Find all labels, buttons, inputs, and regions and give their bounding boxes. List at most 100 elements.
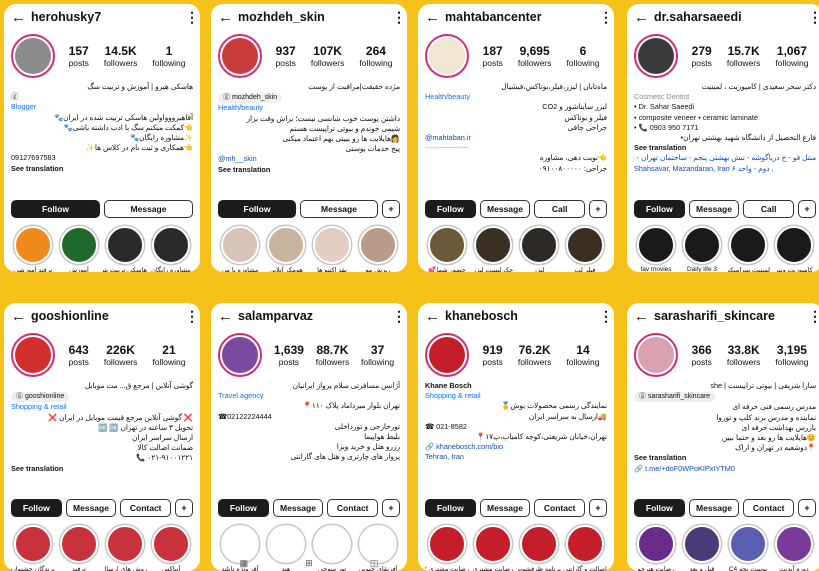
follow-button[interactable]: Follow xyxy=(218,200,296,218)
follow-button[interactable]: Follow xyxy=(634,200,685,218)
stat-following[interactable]: 1 following xyxy=(152,44,185,68)
stat-followers[interactable]: 76.2K followers xyxy=(518,343,552,367)
highlight-item[interactable]: رضایت مشتری ۲ xyxy=(425,525,469,571)
more-options-icon[interactable]: ⋮ xyxy=(808,9,819,26)
highlight-item[interactable]: مشاوره رایگان xyxy=(149,226,193,272)
threads-badge[interactable]: ⓖ sarasharifi_skincare xyxy=(634,392,716,403)
follow-button[interactable]: Follow xyxy=(425,200,476,218)
highlight-item[interactable]: اصالت و گارانتی xyxy=(563,525,607,571)
message-button[interactable]: Message xyxy=(479,499,531,517)
highlight-item[interactable]: لیزر xyxy=(517,226,561,272)
highlight-item[interactable]: رضایت هنرجو xyxy=(634,525,678,571)
more-options-icon[interactable]: ⋮ xyxy=(599,308,613,325)
highlight-item[interactable]: فیلر لب xyxy=(563,226,607,272)
back-arrow-icon[interactable]: ← xyxy=(11,9,26,26)
avatar[interactable] xyxy=(425,34,469,78)
message-button[interactable]: Message xyxy=(300,200,378,218)
stat-followers[interactable]: 15.7K followers xyxy=(727,44,761,68)
follow-button[interactable]: Follow xyxy=(218,499,269,517)
highlight-item[interactable]: روش های ارسال xyxy=(103,525,147,571)
message-button[interactable]: Message xyxy=(479,200,531,218)
stat-posts[interactable]: 937 posts xyxy=(276,44,296,68)
highlight-item[interactable]: آنباکس xyxy=(149,525,193,571)
highlight-item[interactable]: برندگان جشنواره xyxy=(11,525,55,571)
back-arrow-icon[interactable]: ← xyxy=(425,9,440,26)
more-options-icon[interactable]: ⋮ xyxy=(599,9,613,26)
highlight-item[interactable]: ریزش مو xyxy=(356,226,400,272)
back-arrow-icon[interactable]: ← xyxy=(425,308,440,325)
profile-tab-icon[interactable]: ◫ xyxy=(370,558,379,571)
highlight-item[interactable]: آموزش xyxy=(57,226,101,272)
stat-followers[interactable]: 14.5K followers xyxy=(104,44,138,68)
add-user-button[interactable]: + xyxy=(589,499,608,517)
back-arrow-icon[interactable]: ← xyxy=(218,308,233,325)
follow-button[interactable]: Follow xyxy=(425,499,476,517)
add-user-button[interactable]: + xyxy=(589,200,608,218)
add-user-button[interactable]: + xyxy=(175,499,194,517)
message-button[interactable]: Message xyxy=(688,200,740,218)
call-button[interactable]: Call xyxy=(534,200,586,218)
message-button[interactable]: Message xyxy=(65,499,117,517)
bio-line[interactable]: منتل قو - خ دریاگوشه - نبش بهشتی پنجم - … xyxy=(634,153,816,163)
profile-tab-icon[interactable]: ▦ xyxy=(240,558,249,571)
back-arrow-icon[interactable]: ← xyxy=(634,308,649,325)
highlight-item[interactable]: Daily life 3 xyxy=(680,226,724,272)
message-button[interactable]: Message xyxy=(104,200,193,218)
follow-button[interactable]: Follow xyxy=(634,499,685,517)
highlight-item[interactable]: fav movies xyxy=(634,226,678,272)
highlight-item[interactable]: حضور شما💕 xyxy=(425,226,469,272)
stat-followers[interactable]: 107K followers xyxy=(311,44,345,68)
stat-following[interactable]: 37 following xyxy=(361,343,394,367)
avatar[interactable] xyxy=(218,34,262,78)
add-user-button[interactable]: + xyxy=(382,200,400,218)
stat-posts[interactable]: 1,639 posts xyxy=(274,343,304,367)
back-arrow-icon[interactable]: ← xyxy=(11,308,26,325)
stat-followers[interactable]: 9,695 followers xyxy=(518,44,552,68)
avatar[interactable] xyxy=(634,34,678,78)
stat-following[interactable]: 3,195 following xyxy=(775,343,808,367)
bio-line[interactable]: Shahsavar, Mazandaran, Iran دوم - واحد ۶… xyxy=(634,164,816,174)
bio-line[interactable]: @mh__skin xyxy=(218,154,400,164)
more-options-icon[interactable]: ⋮ xyxy=(185,308,199,325)
call-button[interactable]: Call xyxy=(743,200,795,218)
back-arrow-icon[interactable]: ← xyxy=(218,9,233,26)
stat-posts[interactable]: 279 posts xyxy=(692,44,712,68)
avatar[interactable] xyxy=(218,333,262,377)
bio-line[interactable]: Tehran, Iran xyxy=(425,452,607,462)
threads-badge[interactable]: ⓖ gooshionline xyxy=(11,392,70,403)
follow-button[interactable]: Follow xyxy=(11,499,62,517)
highlight-item[interactable]: دوره آپدیت xyxy=(772,525,816,571)
highlight-item[interactable]: مشاوره با من xyxy=(218,226,262,272)
contact-button[interactable]: Contact xyxy=(743,499,795,517)
contact-button[interactable]: Contact xyxy=(534,499,586,517)
stat-following[interactable]: 264 following xyxy=(359,44,392,68)
message-button[interactable]: Message xyxy=(688,499,740,517)
more-options-icon[interactable]: ⋮ xyxy=(392,308,406,325)
highlight-item[interactable]: رضایت مشتری xyxy=(471,525,515,571)
highlight-item[interactable]: پوست بچه C4 xyxy=(726,525,770,571)
more-options-icon[interactable]: ⋮ xyxy=(392,9,406,26)
highlight-item[interactable]: نقد اکتیو ها xyxy=(310,226,354,272)
add-user-button[interactable]: + xyxy=(798,200,817,218)
contact-button[interactable]: Contact xyxy=(120,499,172,517)
stat-following[interactable]: 1,067 following xyxy=(775,44,808,68)
stat-following[interactable]: 21 following xyxy=(152,343,185,367)
message-button[interactable]: Message xyxy=(272,499,324,517)
stat-following[interactable]: 14 following xyxy=(566,343,599,367)
bio-line[interactable]: @mahtaban.ir xyxy=(425,133,607,143)
profile-tab-icon[interactable]: ⊞ xyxy=(305,558,313,571)
highlight-item[interactable]: کامپوزیت ونیر xyxy=(772,226,816,272)
highlight-item[interactable]: قبل و بعد xyxy=(680,525,724,571)
stat-following[interactable]: 6 following xyxy=(566,44,599,68)
stat-followers[interactable]: 88.7K followers xyxy=(316,343,350,367)
threads-badge[interactable]: ⓖ mozhdeh_skin xyxy=(218,93,283,104)
highlight-item[interactable]: ترفند آموزشی xyxy=(11,226,55,272)
stat-followers[interactable]: 226K followers xyxy=(104,343,138,367)
highlight-item[interactable]: ترفند xyxy=(57,525,101,571)
highlight-item[interactable]: برنامه ظرفشویی xyxy=(517,525,561,571)
back-arrow-icon[interactable]: ← xyxy=(634,9,649,26)
highlight-item[interactable]: لمینیت سرامیکی xyxy=(726,226,770,272)
highlight-item[interactable]: چک لیست لیزر xyxy=(471,226,515,272)
more-options-icon[interactable]: ⋮ xyxy=(808,308,819,325)
stat-posts[interactable]: 366 posts xyxy=(692,343,712,367)
